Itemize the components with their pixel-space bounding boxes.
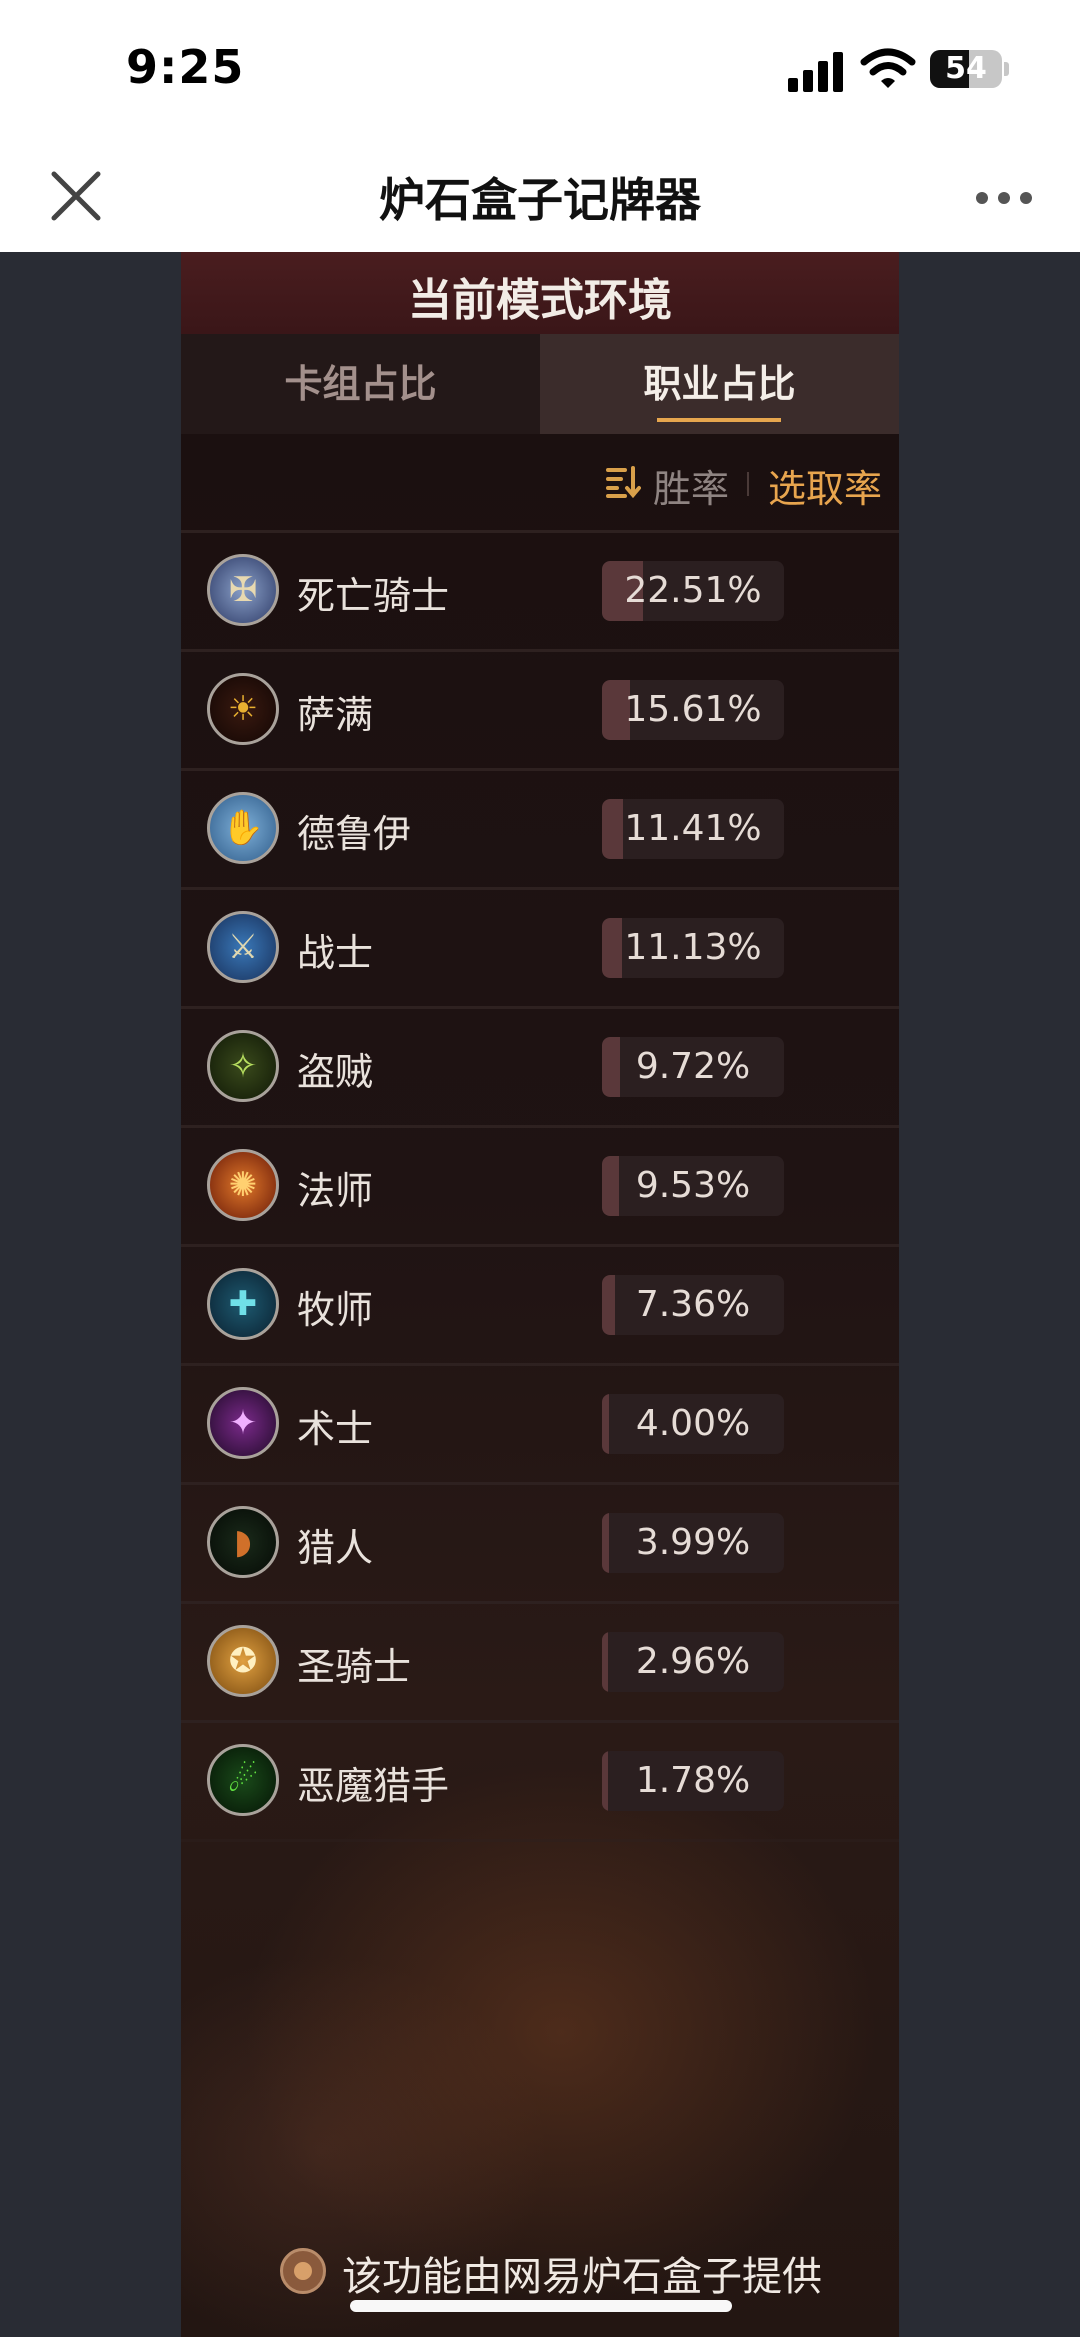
- home-indicator: [350, 2300, 732, 2312]
- class-row[interactable]: ✺ 法师 9.53%: [181, 1128, 899, 1244]
- class-name: 法师: [297, 1169, 374, 1213]
- sort-icon[interactable]: [605, 464, 641, 500]
- class-icon-glyph: ✋: [221, 808, 265, 848]
- hearthstone-box-logo-icon: [280, 2248, 326, 2294]
- pick-rate-bar: 9.53%: [602, 1156, 784, 1216]
- class-row[interactable]: ✋ 德鲁伊 11.41%: [181, 771, 899, 887]
- class-name: 术士: [297, 1407, 374, 1451]
- warlock-icon: ✦: [207, 1387, 279, 1459]
- class-name: 牧师: [297, 1288, 374, 1332]
- class-row[interactable]: ☄ 恶魔猎手 1.78%: [181, 1723, 899, 1839]
- rogue-icon: ✧: [207, 1030, 279, 1102]
- class-icon-glyph: ✠: [228, 570, 258, 610]
- panel-header: 当前模式环境: [181, 252, 899, 334]
- class-share-panel: 当前模式环境 卡组占比 职业占比 胜率 选取率 ✠ 死亡骑士 22.51% ☀ 萨满 15…: [181, 252, 899, 2337]
- pick-rate-value: 2.96%: [635, 1641, 751, 1682]
- class-icon-glyph: ✚: [228, 1284, 258, 1324]
- tab-bar: 卡组占比 职业占比: [181, 334, 899, 434]
- battery-tip: [1004, 62, 1009, 76]
- tab-deck-share[interactable]: 卡组占比: [181, 334, 540, 434]
- sort-by-pickrate[interactable]: 选取率: [768, 458, 882, 513]
- pick-rate-value: 3.99%: [635, 1522, 751, 1563]
- class-name: 萨满: [297, 693, 374, 737]
- pick-rate-value: 11.13%: [624, 927, 762, 968]
- class-row[interactable]: ◗ 猎人 3.99%: [181, 1485, 899, 1601]
- footer-credit: 该功能由网易炉石盒子提供: [342, 2254, 822, 2300]
- cellular-signal-icon: [788, 50, 844, 92]
- class-name: 猎人: [297, 1526, 374, 1570]
- class-row[interactable]: ✦ 术士 4.00%: [181, 1366, 899, 1482]
- demon-hunter-icon: ☄: [207, 1744, 279, 1816]
- pick-rate-value: 7.36%: [635, 1284, 751, 1325]
- class-icon-glyph: ◗: [234, 1522, 252, 1562]
- pick-rate-bar: 11.41%: [602, 799, 784, 859]
- class-name: 恶魔猎手: [297, 1764, 450, 1808]
- mage-icon: ✺: [207, 1149, 279, 1221]
- pick-rate-bar: 11.13%: [602, 918, 784, 978]
- class-row[interactable]: ✠ 死亡骑士 22.51%: [181, 533, 899, 649]
- class-icon-glyph: ⚔: [227, 927, 259, 967]
- active-tab-indicator: [657, 418, 781, 422]
- pick-rate-bar: 7.36%: [602, 1275, 784, 1335]
- wifi-icon: [860, 48, 916, 88]
- pick-rate-bar: 22.51%: [602, 561, 784, 621]
- death-knight-icon: ✠: [207, 554, 279, 626]
- class-icon-glyph: ☄: [227, 1760, 259, 1800]
- class-row[interactable]: ☀ 萨满 15.61%: [181, 652, 899, 768]
- status-bar: 9:25 54: [0, 0, 1080, 140]
- pick-rate-bar: 9.72%: [602, 1037, 784, 1097]
- battery-level: 54: [945, 51, 987, 86]
- class-icon-glyph: ✪: [228, 1641, 258, 1681]
- pick-rate-value: 4.00%: [635, 1403, 751, 1444]
- row-divider: [181, 1839, 899, 1842]
- class-name: 盗贼: [297, 1050, 374, 1094]
- page-title: 炉石盒子记牌器: [379, 173, 701, 227]
- pick-rate-value: 15.61%: [624, 689, 762, 730]
- sort-by-winrate[interactable]: 胜率: [653, 458, 729, 513]
- warrior-icon: ⚔: [207, 911, 279, 983]
- priest-icon: ✚: [207, 1268, 279, 1340]
- paladin-icon: ✪: [207, 1625, 279, 1697]
- class-row[interactable]: ✪ 圣骑士 2.96%: [181, 1604, 899, 1720]
- pick-rate-value: 9.72%: [635, 1046, 751, 1087]
- class-icon-glyph: ✧: [228, 1046, 258, 1086]
- pick-rate-bar: 15.61%: [602, 680, 784, 740]
- pick-rate-bar: 3.99%: [602, 1513, 784, 1573]
- class-name: 战士: [297, 931, 374, 975]
- more-options-icon[interactable]: [972, 184, 1036, 208]
- pick-rate-value: 22.51%: [624, 570, 762, 611]
- status-time: 9:25: [126, 40, 245, 94]
- pick-rate-value: 9.53%: [635, 1165, 751, 1206]
- sort-bar: 胜率 选取率: [181, 434, 899, 530]
- class-icon-glyph: ✦: [228, 1403, 258, 1443]
- nav-bar: 炉石盒子记牌器: [0, 140, 1080, 252]
- class-row[interactable]: ⚔ 战士 11.13%: [181, 890, 899, 1006]
- druid-icon: ✋: [207, 792, 279, 864]
- sort-divider: [747, 472, 749, 496]
- class-icon-glyph: ☀: [227, 689, 259, 729]
- class-row[interactable]: ✧ 盗贼 9.72%: [181, 1009, 899, 1125]
- pick-rate-bar: 4.00%: [602, 1394, 784, 1454]
- hunter-icon: ◗: [207, 1506, 279, 1578]
- pick-rate-value: 11.41%: [624, 808, 762, 849]
- pick-rate-bar: 2.96%: [602, 1632, 784, 1692]
- class-name: 德鲁伊: [297, 812, 412, 856]
- pick-rate-bar: 1.78%: [602, 1751, 784, 1811]
- footer: 该功能由网易炉石盒子提供: [0, 2242, 1080, 2300]
- class-name: 死亡骑士: [297, 574, 450, 618]
- pick-rate-value: 1.78%: [635, 1760, 751, 1801]
- panel-title: 当前模式环境: [408, 275, 672, 326]
- class-name: 圣骑士: [297, 1645, 412, 1689]
- battery-icon: 54: [930, 50, 1002, 88]
- class-row[interactable]: ✚ 牧师 7.36%: [181, 1247, 899, 1363]
- shaman-icon: ☀: [207, 673, 279, 745]
- class-icon-glyph: ✺: [228, 1165, 258, 1205]
